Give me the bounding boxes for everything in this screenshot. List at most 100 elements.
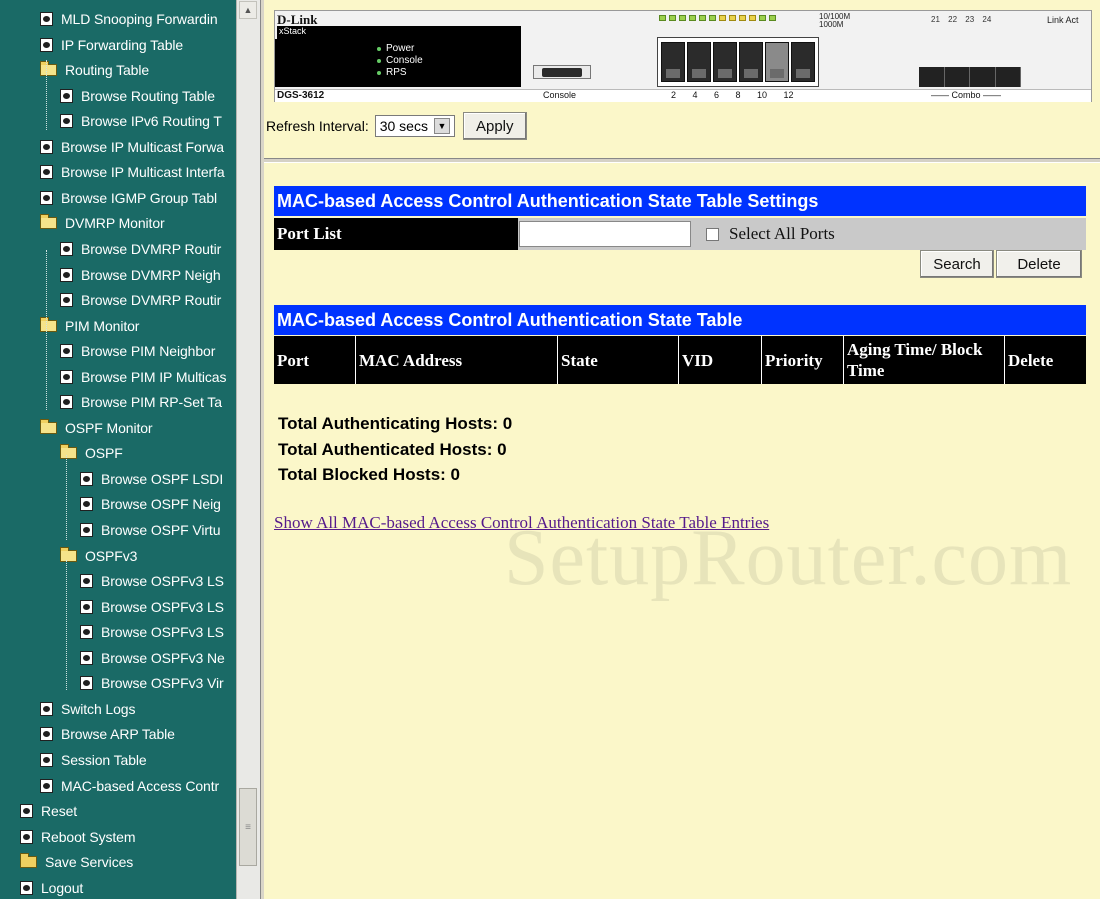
tree-item-browse-ospfv3-ne[interactable]: Browse OSPFv3 Ne bbox=[80, 647, 225, 669]
tree-item-session-table[interactable]: Session Table bbox=[40, 749, 147, 771]
page-icon[interactable] bbox=[60, 88, 73, 103]
page-icon[interactable] bbox=[60, 114, 73, 129]
tree-item-label: Browse OSPFv3 LS bbox=[101, 598, 224, 615]
page-icon[interactable] bbox=[20, 880, 33, 895]
page-icon[interactable] bbox=[60, 241, 73, 256]
folder-open-icon[interactable] bbox=[60, 546, 77, 562]
port-8[interactable] bbox=[739, 42, 763, 82]
tree-item-reset[interactable]: Reset bbox=[20, 800, 77, 822]
port-6[interactable] bbox=[713, 42, 737, 82]
page-icon[interactable] bbox=[60, 344, 73, 359]
port-4[interactable] bbox=[687, 42, 711, 82]
page-icon[interactable] bbox=[60, 369, 73, 384]
delete-button[interactable]: Delete bbox=[996, 250, 1082, 278]
tree-item-ip-forwarding-table[interactable]: IP Forwarding Table bbox=[40, 34, 183, 56]
port-list-input[interactable] bbox=[519, 221, 691, 247]
page-icon[interactable] bbox=[40, 190, 53, 205]
scroll-up-arrow-icon[interactable]: ▲ bbox=[239, 1, 257, 19]
folder-open-icon[interactable] bbox=[40, 316, 57, 332]
page-icon[interactable] bbox=[60, 267, 73, 282]
page-icon[interactable] bbox=[20, 804, 33, 819]
page-icon[interactable] bbox=[60, 293, 73, 308]
tree-item-label: OSPF bbox=[85, 445, 123, 462]
tree-item-browse-igmp-group-tabl[interactable]: Browse IGMP Group Tabl bbox=[40, 187, 217, 209]
tree-item-dvmrp-monitor[interactable]: DVMRP Monitor bbox=[40, 212, 165, 234]
page-icon[interactable] bbox=[80, 676, 93, 691]
page-icon[interactable] bbox=[40, 165, 53, 180]
tree-item-label: Browse PIM RP-Set Ta bbox=[81, 394, 222, 411]
tree-item-browse-ospfv3-ls[interactable]: Browse OSPFv3 LS bbox=[80, 596, 224, 618]
column-header-port: Port bbox=[277, 350, 310, 370]
folder-open-icon[interactable] bbox=[40, 214, 57, 230]
tree-item-browse-ipv6-routing-t[interactable]: Browse IPv6 Routing T bbox=[60, 110, 222, 132]
folder-open-icon[interactable] bbox=[60, 444, 77, 460]
tree-item-browse-dvmrp-neigh[interactable]: Browse DVMRP Neigh bbox=[60, 264, 221, 286]
search-button[interactable]: Search bbox=[920, 250, 994, 278]
tree-item-logout[interactable]: Logout bbox=[20, 877, 83, 899]
folder-icon[interactable] bbox=[20, 853, 37, 869]
tree-item-browse-ospf-lsdi[interactable]: Browse OSPF LSDI bbox=[80, 468, 223, 490]
tree-connector-line bbox=[66, 455, 67, 540]
page-icon[interactable] bbox=[40, 12, 53, 26]
tree-item-switch-logs[interactable]: Switch Logs bbox=[40, 698, 135, 720]
tree-item-mac-based-access-contr[interactable]: MAC-based Access Contr bbox=[40, 775, 219, 797]
tree-item-browse-ospfv3-vir[interactable]: Browse OSPFv3 Vir bbox=[80, 672, 224, 694]
console-port[interactable] bbox=[533, 65, 591, 79]
tree-item-browse-pim-neighbor[interactable]: Browse PIM Neighbor bbox=[60, 340, 215, 362]
tree-item-ospfv3[interactable]: OSPFv3 bbox=[60, 545, 137, 567]
page-icon[interactable] bbox=[40, 778, 53, 793]
select-all-ports-checkbox[interactable]: Select All Ports bbox=[706, 224, 835, 244]
port-2[interactable] bbox=[661, 42, 685, 82]
tree-item-browse-ospf-neig[interactable]: Browse OSPF Neig bbox=[80, 493, 221, 515]
tree-item-browse-routing-table[interactable]: Browse Routing Table bbox=[60, 85, 215, 107]
page-icon[interactable] bbox=[40, 701, 53, 716]
page-icon[interactable] bbox=[60, 395, 73, 410]
tree-item-browse-pim-ip-multicas[interactable]: Browse PIM IP Multicas bbox=[60, 366, 226, 388]
port-10[interactable] bbox=[765, 42, 789, 82]
tree-item-browse-arp-table[interactable]: Browse ARP Table bbox=[40, 723, 175, 745]
tree-item-ospf[interactable]: OSPF bbox=[60, 442, 123, 464]
port-12[interactable] bbox=[791, 42, 815, 82]
chevron-down-icon[interactable]: ▼ bbox=[433, 118, 450, 134]
port-led bbox=[659, 15, 666, 21]
tree-item-browse-ip-multicast-interfa[interactable]: Browse IP Multicast Interfa bbox=[40, 161, 225, 183]
tree-item-reboot-system[interactable]: Reboot System bbox=[20, 826, 136, 848]
tree-item-browse-pim-rp-set-ta[interactable]: Browse PIM RP-Set Ta bbox=[60, 391, 222, 413]
tree-item-routing-table[interactable]: Routing Table bbox=[40, 59, 149, 81]
apply-button[interactable]: Apply bbox=[462, 112, 527, 140]
scrollbar-thumb[interactable]: ≡ bbox=[239, 788, 257, 866]
console-led: Console bbox=[377, 55, 423, 66]
tree-scrollbar[interactable]: ▲ ≡ bbox=[236, 0, 260, 899]
tree-item-browse-dvmrp-routir[interactable]: Browse DVMRP Routir bbox=[60, 289, 221, 311]
refresh-interval-select[interactable]: 30 secs ▼ bbox=[374, 115, 455, 137]
page-icon[interactable] bbox=[40, 139, 53, 154]
port-led bbox=[769, 15, 776, 21]
page-icon[interactable] bbox=[40, 752, 53, 767]
page-icon[interactable] bbox=[80, 599, 93, 614]
tree-item-browse-ospfv3-ls[interactable]: Browse OSPFv3 LS bbox=[80, 621, 224, 643]
tree-item-label: Session Table bbox=[61, 751, 147, 768]
tree-item-ospf-monitor[interactable]: OSPF Monitor bbox=[40, 417, 153, 439]
tree-item-browse-ospfv3-ls[interactable]: Browse OSPFv3 LS bbox=[80, 570, 224, 592]
tree-item-label: PIM Monitor bbox=[65, 317, 140, 334]
page-icon[interactable] bbox=[80, 497, 93, 512]
tree-item-save-services[interactable]: Save Services bbox=[20, 851, 133, 873]
tree-item-browse-dvmrp-routir[interactable]: Browse DVMRP Routir bbox=[60, 238, 221, 260]
show-all-entries-link[interactable]: Show All MAC-based Access Control Authen… bbox=[274, 513, 769, 533]
page-icon[interactable] bbox=[40, 727, 53, 742]
tree-item-browse-ip-multicast-forwa[interactable]: Browse IP Multicast Forwa bbox=[40, 136, 224, 158]
page-icon[interactable] bbox=[80, 471, 93, 486]
checkbox-icon[interactable] bbox=[706, 227, 719, 241]
page-icon[interactable] bbox=[80, 650, 93, 665]
tree-item-browse-ospf-virtu[interactable]: Browse OSPF Virtu bbox=[80, 519, 221, 541]
page-icon[interactable] bbox=[20, 829, 33, 844]
tree-item-mld-snooping-forwardin[interactable]: MLD Snooping Forwardin bbox=[40, 8, 218, 30]
page-icon[interactable] bbox=[80, 574, 93, 589]
page-icon[interactable] bbox=[80, 625, 93, 640]
page-icon[interactable] bbox=[40, 37, 53, 52]
folder-open-icon[interactable] bbox=[40, 61, 57, 77]
folder-open-icon[interactable] bbox=[40, 418, 57, 434]
combo-ports[interactable] bbox=[919, 67, 1021, 87]
page-icon[interactable] bbox=[80, 523, 93, 537]
tree-item-pim-monitor[interactable]: PIM Monitor bbox=[40, 315, 139, 337]
